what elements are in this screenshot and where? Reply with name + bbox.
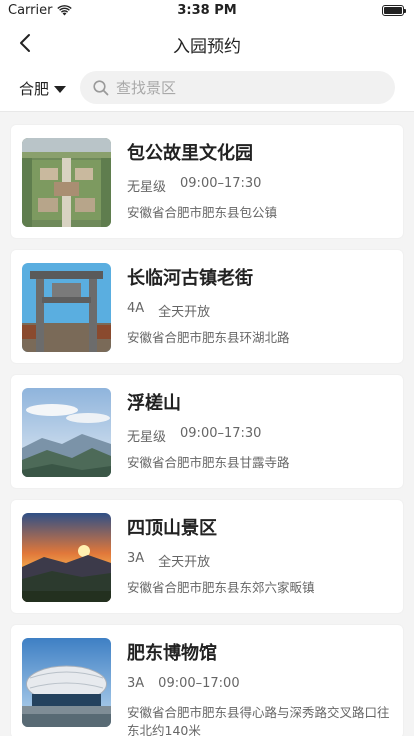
search-box[interactable] xyxy=(80,71,395,104)
spot-meta: 无星级 09:00–17:30 xyxy=(127,176,261,195)
spot-card[interactable]: 肥东博物馆 3A 09:00–17:00 安徽省合肥市肥东县得心路与深秀路交叉路… xyxy=(11,625,403,736)
spot-address: 安徽省合肥市肥东县甘露寺路 xyxy=(127,455,290,470)
mountain-clouds-image xyxy=(22,388,111,477)
spot-name: 包公故里文化园 xyxy=(127,143,253,164)
spot-level: 4A xyxy=(127,301,145,316)
spot-meta: 无星级 09:00–17:30 xyxy=(127,426,261,445)
spot-meta: 3A 全天开放 xyxy=(127,551,210,570)
spot-address: 安徽省合肥市肥东县东郊六家畈镇 xyxy=(127,580,315,595)
stone-gate-image xyxy=(22,263,111,352)
scenic-spot-list: 包公故里文化园 无星级 09:00–17:30 安徽省合肥市肥东县包公镇 长临河… xyxy=(11,125,403,736)
city-label: 合肥 xyxy=(19,80,50,98)
spot-thumbnail xyxy=(22,138,111,227)
status-bar: Carrier 3:38 PM xyxy=(0,0,414,22)
spot-card[interactable]: 长临河古镇老街 4A 全天开放 安徽省合肥市肥东县环湖北路 xyxy=(11,250,403,363)
spot-thumbnail xyxy=(22,638,111,727)
spot-meta: 4A 全天开放 xyxy=(127,301,210,320)
filter-bar: 合肥 xyxy=(0,64,414,112)
spot-name: 浮槎山 xyxy=(127,393,181,414)
spot-address: 安徽省合肥市肥东县得心路与深秀路交叉路口往东北约140米 xyxy=(127,705,390,736)
park-aerial-image xyxy=(22,138,111,227)
spot-card[interactable]: 四顶山景区 3A 全天开放 安徽省合肥市肥东县东郊六家畈镇 xyxy=(11,500,403,613)
spot-name: 长临河古镇老街 xyxy=(127,268,253,289)
spot-thumbnail xyxy=(22,263,111,352)
spot-hours: 09:00–17:30 xyxy=(180,426,262,441)
spot-hours: 全天开放 xyxy=(158,305,211,320)
museum-building-image xyxy=(22,638,111,727)
spot-address: 安徽省合肥市肥东县包公镇 xyxy=(127,205,278,220)
battery-icon xyxy=(382,5,406,16)
caret-down-icon xyxy=(54,85,67,93)
nav-bar: 入园预约 xyxy=(0,22,414,64)
spot-name: 肥东博物馆 xyxy=(127,643,217,664)
spot-hours: 09:00–17:30 xyxy=(180,176,262,191)
spot-address: 安徽省合肥市肥东县环湖北路 xyxy=(127,330,290,345)
status-time: 3:38 PM xyxy=(177,3,237,18)
search-icon xyxy=(93,79,109,95)
spot-hours: 09:00–17:00 xyxy=(158,676,240,691)
spot-level: 无星级 xyxy=(127,180,167,195)
spot-thumbnail xyxy=(22,513,111,602)
spot-meta: 3A 09:00–17:00 xyxy=(127,676,240,691)
spot-card[interactable]: 包公故里文化园 无星级 09:00–17:30 安徽省合肥市肥东县包公镇 xyxy=(11,125,403,238)
city-selector[interactable]: 合肥 xyxy=(19,78,67,99)
spot-thumbnail xyxy=(22,388,111,477)
spot-hours: 全天开放 xyxy=(158,555,211,570)
spot-level: 3A xyxy=(127,676,145,691)
mountain-sunset-image xyxy=(22,513,111,602)
spot-level: 3A xyxy=(127,551,145,566)
spot-level: 无星级 xyxy=(127,430,167,445)
spot-name: 四顶山景区 xyxy=(127,518,217,539)
search-input[interactable] xyxy=(116,78,366,97)
page-title: 入园预约 xyxy=(173,37,241,57)
spot-card[interactable]: 浮槎山 无星级 09:00–17:30 安徽省合肥市肥东县甘露寺路 xyxy=(11,375,403,488)
